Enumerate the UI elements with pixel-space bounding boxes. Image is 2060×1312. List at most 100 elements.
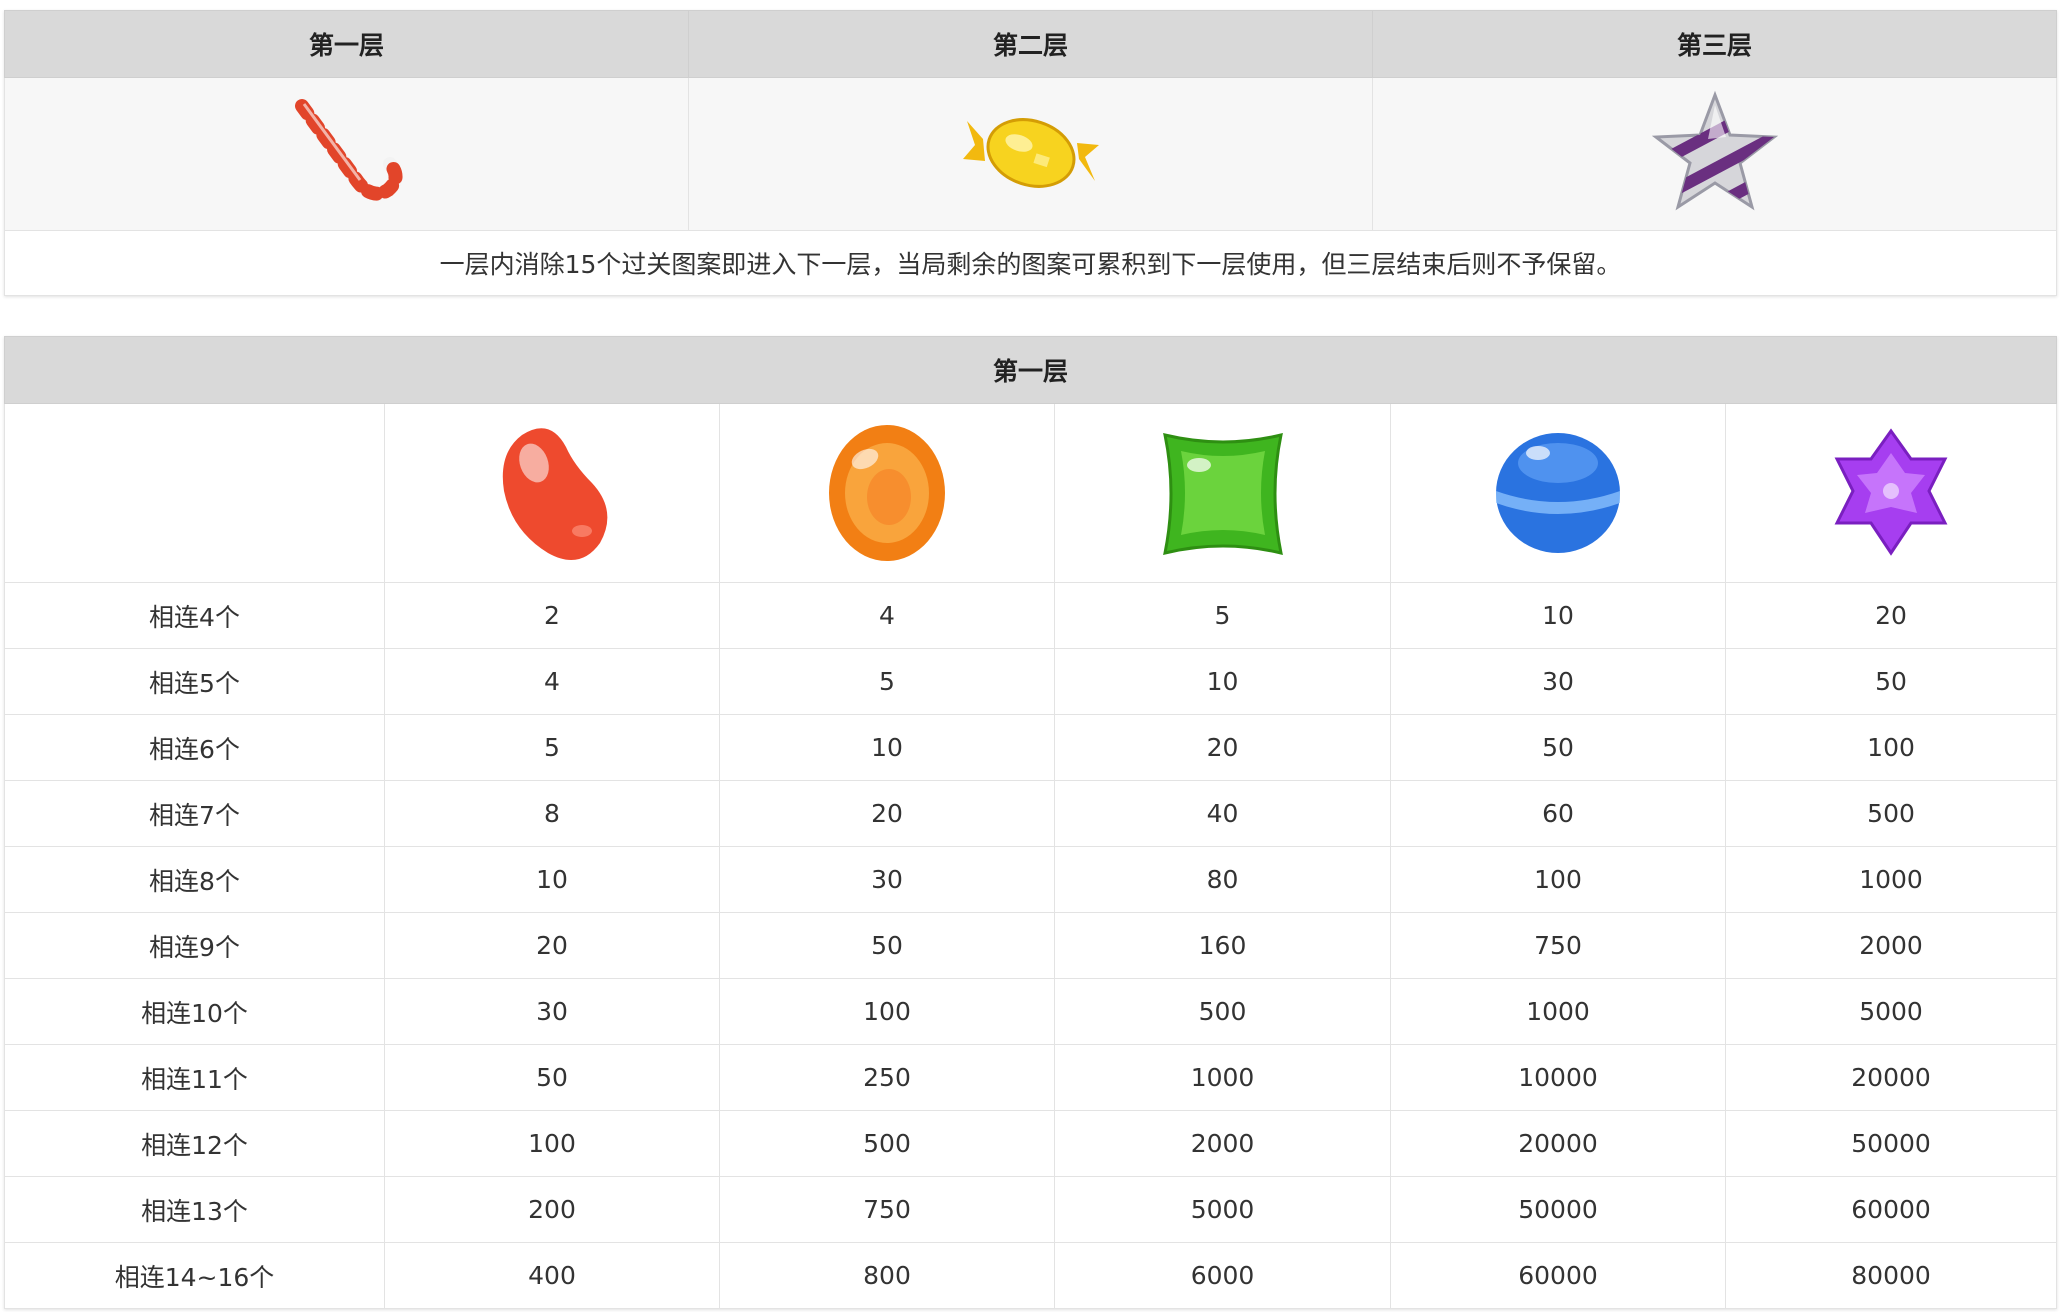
payout-table: 第一层 相连4个 2 4 5 10 20 相连5个 4 5 10 30 50 相…: [3, 336, 2058, 1309]
payout-cell: 5: [1054, 582, 1391, 649]
table-row: 相连6个 5 10 20 50 100: [4, 714, 2058, 781]
payout-cell: 1000: [1054, 1044, 1391, 1111]
candy-cane-icon: [294, 99, 402, 201]
level-rule-note: 一层内消除15个过关图案即进入下一层，当局剩余的图案可累积到下一层使用，但三层结…: [4, 230, 2057, 296]
payout-cell: 20000: [1724, 1044, 2058, 1111]
table-row: 相连4个 2 4 5 10 20: [4, 582, 2058, 649]
table-row: 相连14~16个 400 800 6000 60000 80000: [4, 1242, 2058, 1309]
orange-candy-icon: [829, 425, 945, 561]
payout-cell: 500: [1054, 978, 1391, 1045]
striped-star-candy-icon: [1651, 90, 1778, 211]
payout-cell: 30: [719, 846, 1055, 913]
payout-cell: 20: [1054, 714, 1391, 781]
payout-cell: 80: [1054, 846, 1391, 913]
payout-cell: 500: [719, 1110, 1055, 1177]
table-row: 相连8个 10 30 80 100 1000: [4, 846, 2058, 913]
payout-cell: 50: [384, 1044, 720, 1111]
payout-cell: 80000: [1724, 1242, 2058, 1309]
payout-cell: 4: [719, 582, 1055, 649]
table-row: 相连11个 50 250 1000 10000 20000: [4, 1044, 2058, 1111]
payout-cell: 50: [1724, 648, 2058, 715]
level-1-header: 第一层: [4, 10, 689, 78]
payout-cell: 100: [1390, 846, 1726, 913]
payout-cell: 2000: [1054, 1110, 1391, 1177]
payout-cell: 800: [719, 1242, 1055, 1309]
row-label: 相连10个: [4, 978, 385, 1045]
level-2-header: 第二层: [688, 10, 1373, 78]
row-label: 相连12个: [4, 1110, 385, 1177]
payout-cell: 10: [384, 846, 720, 913]
payout-cell: 60000: [1390, 1242, 1726, 1309]
payout-cell: 2: [384, 582, 720, 649]
payout-cell: 20: [1724, 582, 2058, 649]
payout-cell: 6000: [1054, 1242, 1391, 1309]
payout-cell: 8: [384, 780, 720, 847]
payout-cell: 400: [384, 1242, 720, 1309]
symbol-1-icon-cell: [384, 403, 720, 583]
payout-cell: 5000: [1724, 978, 2058, 1045]
payout-cell: 50000: [1390, 1176, 1726, 1243]
blue-ball-candy-icon: [1496, 433, 1620, 553]
payout-cell: 200: [384, 1176, 720, 1243]
row-label: 相连7个: [4, 780, 385, 847]
payout-cell: 5: [719, 648, 1055, 715]
row-label: 相连9个: [4, 912, 385, 979]
payout-cell: 100: [384, 1110, 720, 1177]
payout-cell: 10: [719, 714, 1055, 781]
row-label: 相连13个: [4, 1176, 385, 1243]
symbol-5-icon-cell: [1724, 403, 2058, 583]
symbol-4-icon-cell: [1390, 403, 1726, 583]
symbol-header-blank: [4, 403, 385, 583]
level-1-icon-cell: [4, 77, 689, 231]
payout-cell: 20: [384, 912, 720, 979]
payout-cell: 10: [1054, 648, 1391, 715]
payout-cell: 10: [1390, 582, 1726, 649]
payout-cell: 4: [384, 648, 720, 715]
row-label: 相连5个: [4, 648, 385, 715]
payout-cell: 50000: [1724, 1110, 2058, 1177]
row-label: 相连14~16个: [4, 1242, 385, 1309]
payout-cell: 750: [719, 1176, 1055, 1243]
green-square-candy-icon: [1162, 432, 1283, 556]
payout-cell: 5000: [1054, 1176, 1391, 1243]
levels-table: 第一层 第二层 第三层 一层内消除15个过关图案即进入下一层，当局剩余的图案可累…: [4, 10, 2057, 296]
payout-cell: 10000: [1390, 1044, 1726, 1111]
payout-cell: 750: [1390, 912, 1726, 979]
payout-cell: 160: [1054, 912, 1391, 979]
table-row: 相连5个 4 5 10 30 50: [4, 648, 2058, 715]
payout-cell: 1000: [1390, 978, 1726, 1045]
payout-cell: 30: [384, 978, 720, 1045]
red-jellybean-icon: [502, 428, 608, 561]
payout-cell: 250: [719, 1044, 1055, 1111]
payout-cell: 2000: [1724, 912, 2058, 979]
symbol-3-icon-cell: [1054, 403, 1391, 583]
payout-cell: 40: [1054, 780, 1391, 847]
payout-cell: 500: [1724, 780, 2058, 847]
table-row: 相连7个 8 20 40 60 500: [4, 780, 2058, 847]
row-label: 相连4个: [4, 582, 385, 649]
level-3-header: 第三层: [1372, 10, 2057, 78]
table-row: 相连13个 200 750 5000 50000 60000: [4, 1176, 2058, 1243]
level-3-icon-cell: [1372, 77, 2057, 231]
table-row: 相连10个 30 100 500 1000 5000: [4, 978, 2058, 1045]
payout-cell: 60: [1390, 780, 1726, 847]
payout-cell: 20: [719, 780, 1055, 847]
payout-cell: 100: [719, 978, 1055, 1045]
purple-star-candy-icon: [1834, 428, 1948, 556]
payout-cell: 50: [719, 912, 1055, 979]
payout-cell: 60000: [1724, 1176, 2058, 1243]
row-label: 相连6个: [4, 714, 385, 781]
table-row: 相连12个 100 500 2000 20000 50000: [4, 1110, 2058, 1177]
payout-cell: 50: [1390, 714, 1726, 781]
payout-cell: 5: [384, 714, 720, 781]
symbol-2-icon-cell: [719, 403, 1055, 583]
payout-cell: 1000: [1724, 846, 2058, 913]
row-label: 相连11个: [4, 1044, 385, 1111]
table-row: 相连9个 20 50 160 750 2000: [4, 912, 2058, 979]
payout-table-title: 第一层: [3, 336, 2058, 404]
wrapped-candy-icon: [962, 118, 1099, 188]
payout-cell: 20000: [1390, 1110, 1726, 1177]
row-label: 相连8个: [4, 846, 385, 913]
level-2-icon-cell: [688, 77, 1373, 231]
payout-cell: 30: [1390, 648, 1726, 715]
